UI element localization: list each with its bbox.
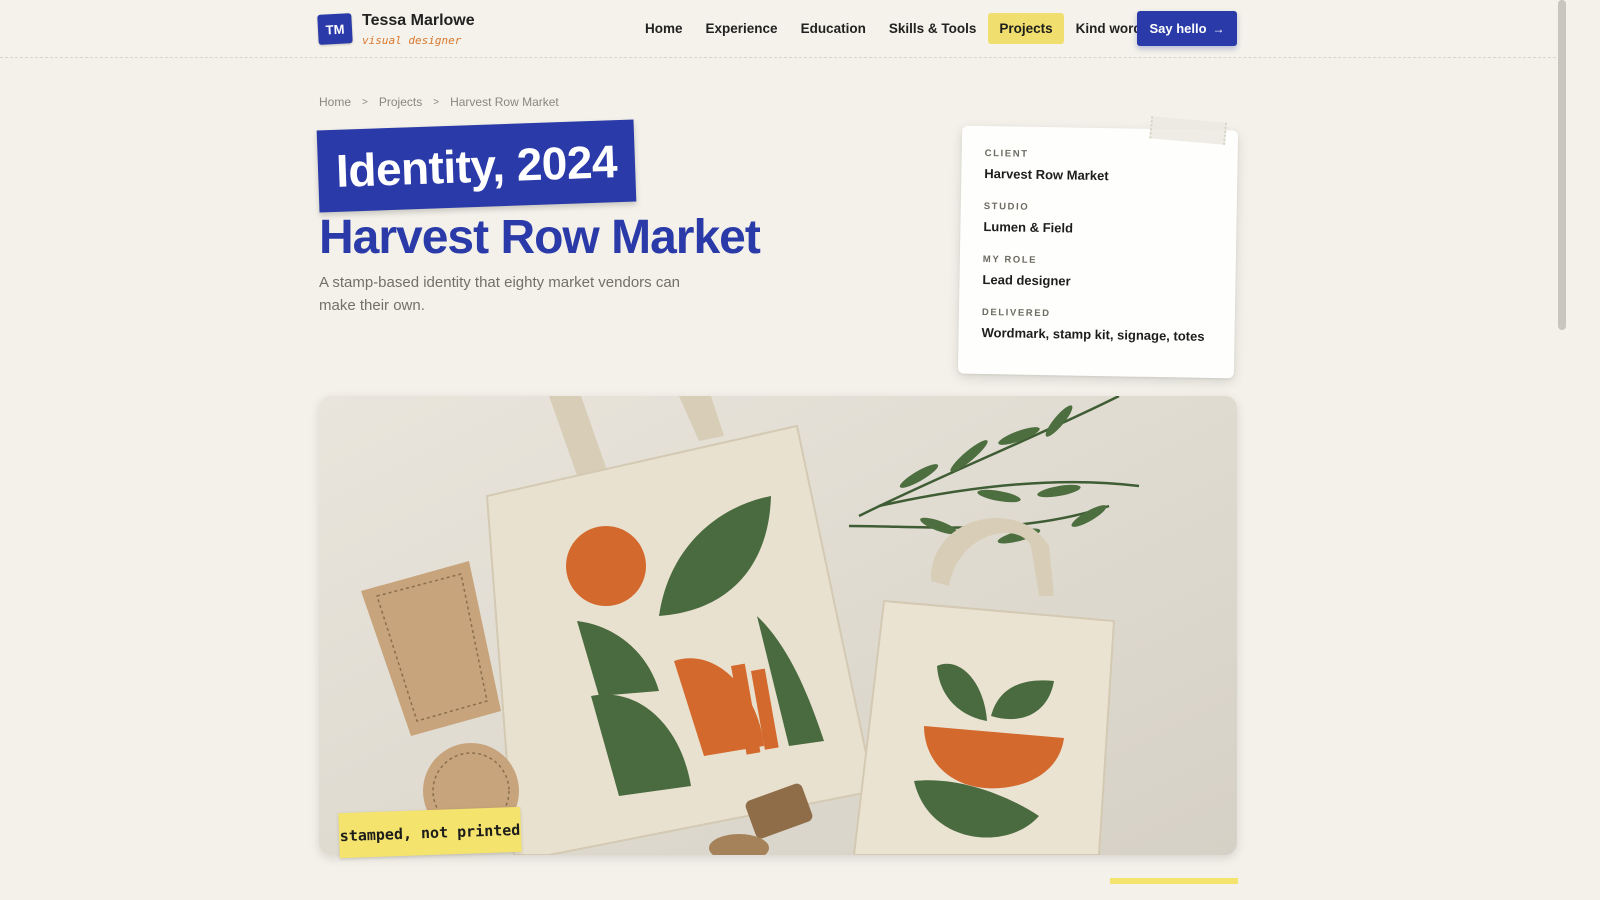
meta-delivered: DELIVERED Wordmark, stamp kit, signage, … xyxy=(981,307,1205,344)
hero-image xyxy=(319,396,1237,855)
scrollbar-track[interactable] xyxy=(1556,0,1568,882)
scrollbar-thumb[interactable] xyxy=(1558,0,1566,330)
hero-caption-note: stamped, not printed xyxy=(338,806,522,859)
meta-studio: STUDIO Lumen & Field xyxy=(983,201,1073,236)
nav-item-projects[interactable]: Projects xyxy=(988,13,1064,44)
meta-label: MY ROLE xyxy=(982,253,1038,266)
breadcrumb-current: Harvest Row Market xyxy=(450,95,559,109)
meta-role: MY ROLE Lead designer xyxy=(982,254,1071,289)
nav-item-home[interactable]: Home xyxy=(634,13,694,44)
nav-item-education[interactable]: Education xyxy=(790,13,877,44)
logo-badge[interactable]: TM xyxy=(317,13,353,45)
brand-tagline: visual designer xyxy=(362,34,462,47)
nav-item-experience[interactable]: Experience xyxy=(695,13,789,44)
arrow-right-icon: → xyxy=(1212,21,1225,36)
project-type-tag: Identity, 2024 xyxy=(316,119,637,213)
hero-caption: stamped, not printed xyxy=(339,820,521,845)
meta-label: DELIVERED xyxy=(981,306,1051,320)
next-section-peek xyxy=(1110,878,1238,884)
main-nav: Home Experience Education Skills & Tools… xyxy=(634,12,1161,45)
project-subtitle: A stamp-based identity that eighty marke… xyxy=(319,274,681,314)
project-type-label: Identity, 2024 xyxy=(335,135,618,197)
meta-label: CLIENT xyxy=(984,148,1029,160)
meta-value: Lumen & Field xyxy=(983,218,1074,236)
meta-value: Wordmark, stamp kit, signage, totes xyxy=(981,324,1205,344)
project-meta-card: CLIENT Harvest Row Market STUDIO Lumen &… xyxy=(957,116,1239,379)
tape-decoration xyxy=(1149,116,1227,145)
top-navigation-bar: TM Tessa Marlowe visual designer Home Ex… xyxy=(0,0,1556,58)
nav-item-skills-tools[interactable]: Skills & Tools xyxy=(878,13,988,44)
breadcrumb-projects[interactable]: Projects xyxy=(379,95,422,109)
meta-value: Harvest Row Market xyxy=(984,166,1109,184)
meta-client: CLIENT Harvest Row Market xyxy=(984,148,1109,183)
chevron-right-icon: > xyxy=(433,96,440,108)
say-hello-label: Say hello xyxy=(1149,21,1207,36)
breadcrumb-home[interactable]: Home xyxy=(319,95,351,109)
say-hello-button[interactable]: Say hello → xyxy=(1137,11,1237,46)
meta-label: STUDIO xyxy=(983,201,1030,213)
brand-name[interactable]: Tessa Marlowe xyxy=(362,12,475,30)
chevron-right-icon: > xyxy=(362,96,368,108)
meta-value: Lead designer xyxy=(982,271,1071,289)
hero-illustration xyxy=(319,396,1237,855)
page-title: Harvest Row Market xyxy=(319,211,761,264)
breadcrumb: Home > Projects > Harvest Row Market xyxy=(319,95,559,109)
